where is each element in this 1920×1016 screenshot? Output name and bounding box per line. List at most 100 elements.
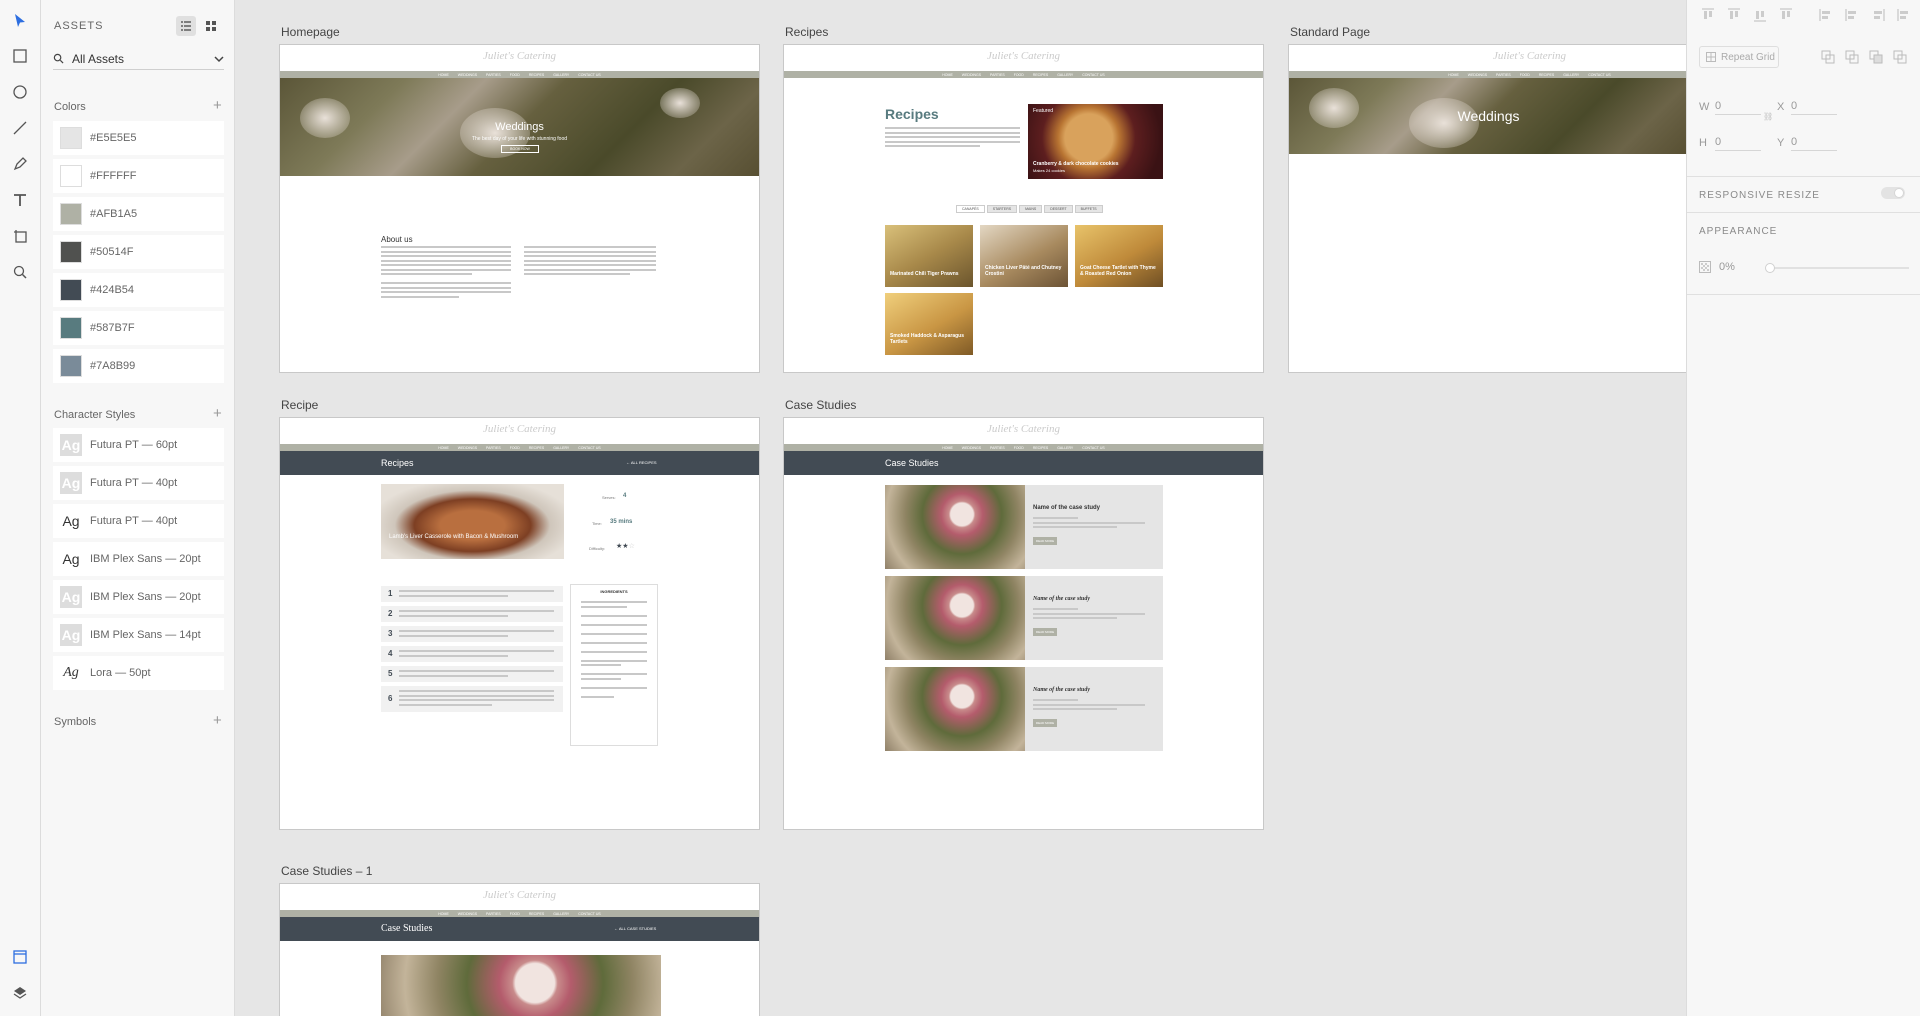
difficulty-stars: ★★☆	[616, 543, 635, 550]
character-style-row[interactable]: Ag Lora — 50pt	[53, 656, 224, 690]
add-symbol-icon[interactable]: +	[213, 713, 222, 728]
type-preview-glyph: Ag	[60, 472, 82, 494]
chevron-down-icon	[214, 55, 224, 62]
color-swatch-row[interactable]: #E5E5E5	[53, 121, 224, 155]
color-hex-label: #587B7F	[90, 322, 135, 334]
nav-item: WEDDINGS	[457, 911, 478, 916]
artboard-label-case-studies[interactable]: Case Studies	[785, 398, 856, 412]
artboard-label-standard-page[interactable]: Standard Page	[1290, 25, 1370, 39]
ellipse-tool-icon[interactable]	[7, 79, 33, 105]
align-right-icon[interactable]	[1871, 8, 1885, 22]
artboard-recipe[interactable]: Juliet's Catering HOME WEDDINGS PARTIES …	[279, 417, 760, 830]
add-shape-icon[interactable]	[1821, 50, 1835, 64]
artboard-tool-icon[interactable]	[7, 223, 33, 249]
site-logo: Juliet's Catering	[483, 50, 556, 62]
nav-item: RECIPES	[528, 445, 545, 450]
intersect-shape-icon[interactable]	[1869, 50, 1883, 64]
case-study-read-more: READ MORE	[1033, 719, 1057, 727]
color-swatch-row[interactable]: #AFB1A5	[53, 197, 224, 231]
nav-item: CONTACT US	[578, 445, 601, 450]
case-study-read-more: READ MORE	[1033, 537, 1057, 545]
artboard-label-case-studies-1[interactable]: Case Studies – 1	[281, 864, 372, 878]
artboard-label-recipes[interactable]: Recipes	[785, 25, 828, 39]
line-tool-icon[interactable]	[7, 115, 33, 141]
repeat-grid-icon	[1706, 52, 1716, 62]
nav-item: HOME	[942, 72, 953, 77]
select-tool-icon[interactable]	[7, 8, 33, 34]
artboard-recipes[interactable]: Juliet's Catering HOME WEDDINGS PARTIES …	[783, 44, 1264, 373]
character-style-row[interactable]: Ag Futura PT — 40pt	[53, 466, 224, 500]
nav-item: GALLERY	[553, 445, 570, 450]
artboard-label-homepage[interactable]: Homepage	[281, 25, 340, 39]
character-style-label: Futura PT — 60pt	[90, 439, 178, 451]
artboard-standard-page[interactable]: Juliet's Catering HOME WEDDINGS PARTIES …	[1288, 44, 1686, 373]
character-style-row[interactable]: Ag Futura PT — 60pt	[53, 428, 224, 462]
align-top-icon[interactable]	[1701, 8, 1715, 22]
character-style-row[interactable]: Ag IBM Plex Sans — 20pt	[53, 580, 224, 614]
nav-item: CONTACT US	[578, 911, 601, 916]
opacity-value[interactable]: 0%	[1719, 261, 1735, 273]
assets-filter-value: All Assets	[72, 51, 125, 66]
artboard-case-studies-1[interactable]: Juliet's Catering HOME WEDDINGS PARTIES …	[279, 883, 760, 1016]
nav-item: PARTIES	[990, 445, 1005, 450]
subtract-shape-icon[interactable]	[1845, 50, 1859, 64]
color-swatch	[60, 279, 82, 301]
color-swatch-row[interactable]: #FFFFFF	[53, 159, 224, 193]
featured-title: Cranberry & dark chocolate cookies	[1033, 161, 1119, 167]
time-value: 35 mins	[610, 519, 633, 525]
assets-filter-dropdown[interactable]: All Assets	[53, 48, 224, 70]
artboard-label-recipe[interactable]: Recipe	[281, 398, 318, 412]
zoom-tool-icon[interactable]	[7, 259, 33, 285]
recipe-card-title: Smoked Haddock & Asparagus Tartlets	[890, 333, 965, 345]
align-left-icon[interactable]	[1819, 8, 1833, 22]
artboard-case-studies[interactable]: Juliet's Catering HOME WEDDINGS PARTIES …	[783, 417, 1264, 830]
color-hex-label: #FFFFFF	[90, 170, 137, 182]
grid-view-icon[interactable]	[201, 16, 221, 36]
nav-item: FOOD	[1013, 72, 1024, 77]
lock-aspect-icon[interactable]: ⛓	[1763, 112, 1773, 121]
nav-item: HOME	[942, 445, 953, 450]
repeat-grid-button[interactable]: Repeat Grid	[1699, 46, 1779, 68]
list-view-icon[interactable]	[176, 16, 196, 36]
case-study-title: Name of the case study	[1033, 596, 1090, 602]
serves-label: Serves:	[602, 495, 616, 500]
add-character-style-icon[interactable]: +	[213, 406, 222, 421]
character-style-row[interactable]: Ag IBM Plex Sans — 14pt	[53, 618, 224, 652]
pen-tool-icon[interactable]	[7, 151, 33, 177]
opacity-slider[interactable]	[1765, 263, 1909, 273]
color-swatch-row[interactable]: #587B7F	[53, 311, 224, 345]
nav-item: PARTIES	[486, 911, 501, 916]
add-color-icon[interactable]: +	[213, 98, 222, 113]
x-input[interactable]: 0	[1791, 100, 1837, 115]
align-bottom-icon[interactable]	[1753, 8, 1767, 22]
about-title: About us	[381, 235, 413, 244]
layers-panel-icon[interactable]	[7, 980, 33, 1006]
distribute-horizontal-icon[interactable]	[1897, 8, 1911, 22]
height-input[interactable]: 0	[1715, 136, 1761, 151]
design-canvas[interactable]: Homepage Juliet's Catering HOME WEDDINGS…	[236, 0, 1686, 1016]
nav-item: PARTIES	[486, 72, 501, 77]
page-header-bar: Case Studies	[784, 451, 1263, 475]
step-number: 3	[388, 629, 393, 638]
color-swatch-row[interactable]: #424B54	[53, 273, 224, 307]
text-tool-icon[interactable]	[7, 187, 33, 213]
site-nav: HOME WEDDINGS PARTIES FOOD RECIPES GALLE…	[784, 444, 1263, 451]
site-nav: HOME WEDDINGS PARTIES FOOD RECIPES GALLE…	[784, 71, 1263, 78]
character-style-label: Lora — 50pt	[90, 667, 151, 679]
rectangle-tool-icon[interactable]	[7, 43, 33, 69]
distribute-vertical-icon[interactable]	[1779, 8, 1793, 22]
y-input[interactable]: 0	[1791, 136, 1837, 151]
assets-panel-icon[interactable]	[7, 944, 33, 970]
character-style-row[interactable]: Ag IBM Plex Sans — 20pt	[53, 542, 224, 576]
align-center-icon[interactable]	[1845, 8, 1859, 22]
exclude-overlap-icon[interactable]	[1893, 50, 1907, 64]
color-swatch-row[interactable]: #50514F	[53, 235, 224, 269]
align-middle-icon[interactable]	[1727, 8, 1741, 22]
color-hex-label: #50514F	[90, 246, 134, 258]
width-input[interactable]: 0	[1715, 100, 1761, 115]
hero-image: Weddings	[1289, 78, 1686, 154]
color-swatch-row[interactable]: #7A8B99	[53, 349, 224, 383]
artboard-homepage[interactable]: Juliet's Catering HOME WEDDINGS PARTIES …	[279, 44, 760, 373]
character-style-row[interactable]: Ag Futura PT — 40pt	[53, 504, 224, 538]
responsive-resize-toggle[interactable]	[1881, 187, 1905, 199]
